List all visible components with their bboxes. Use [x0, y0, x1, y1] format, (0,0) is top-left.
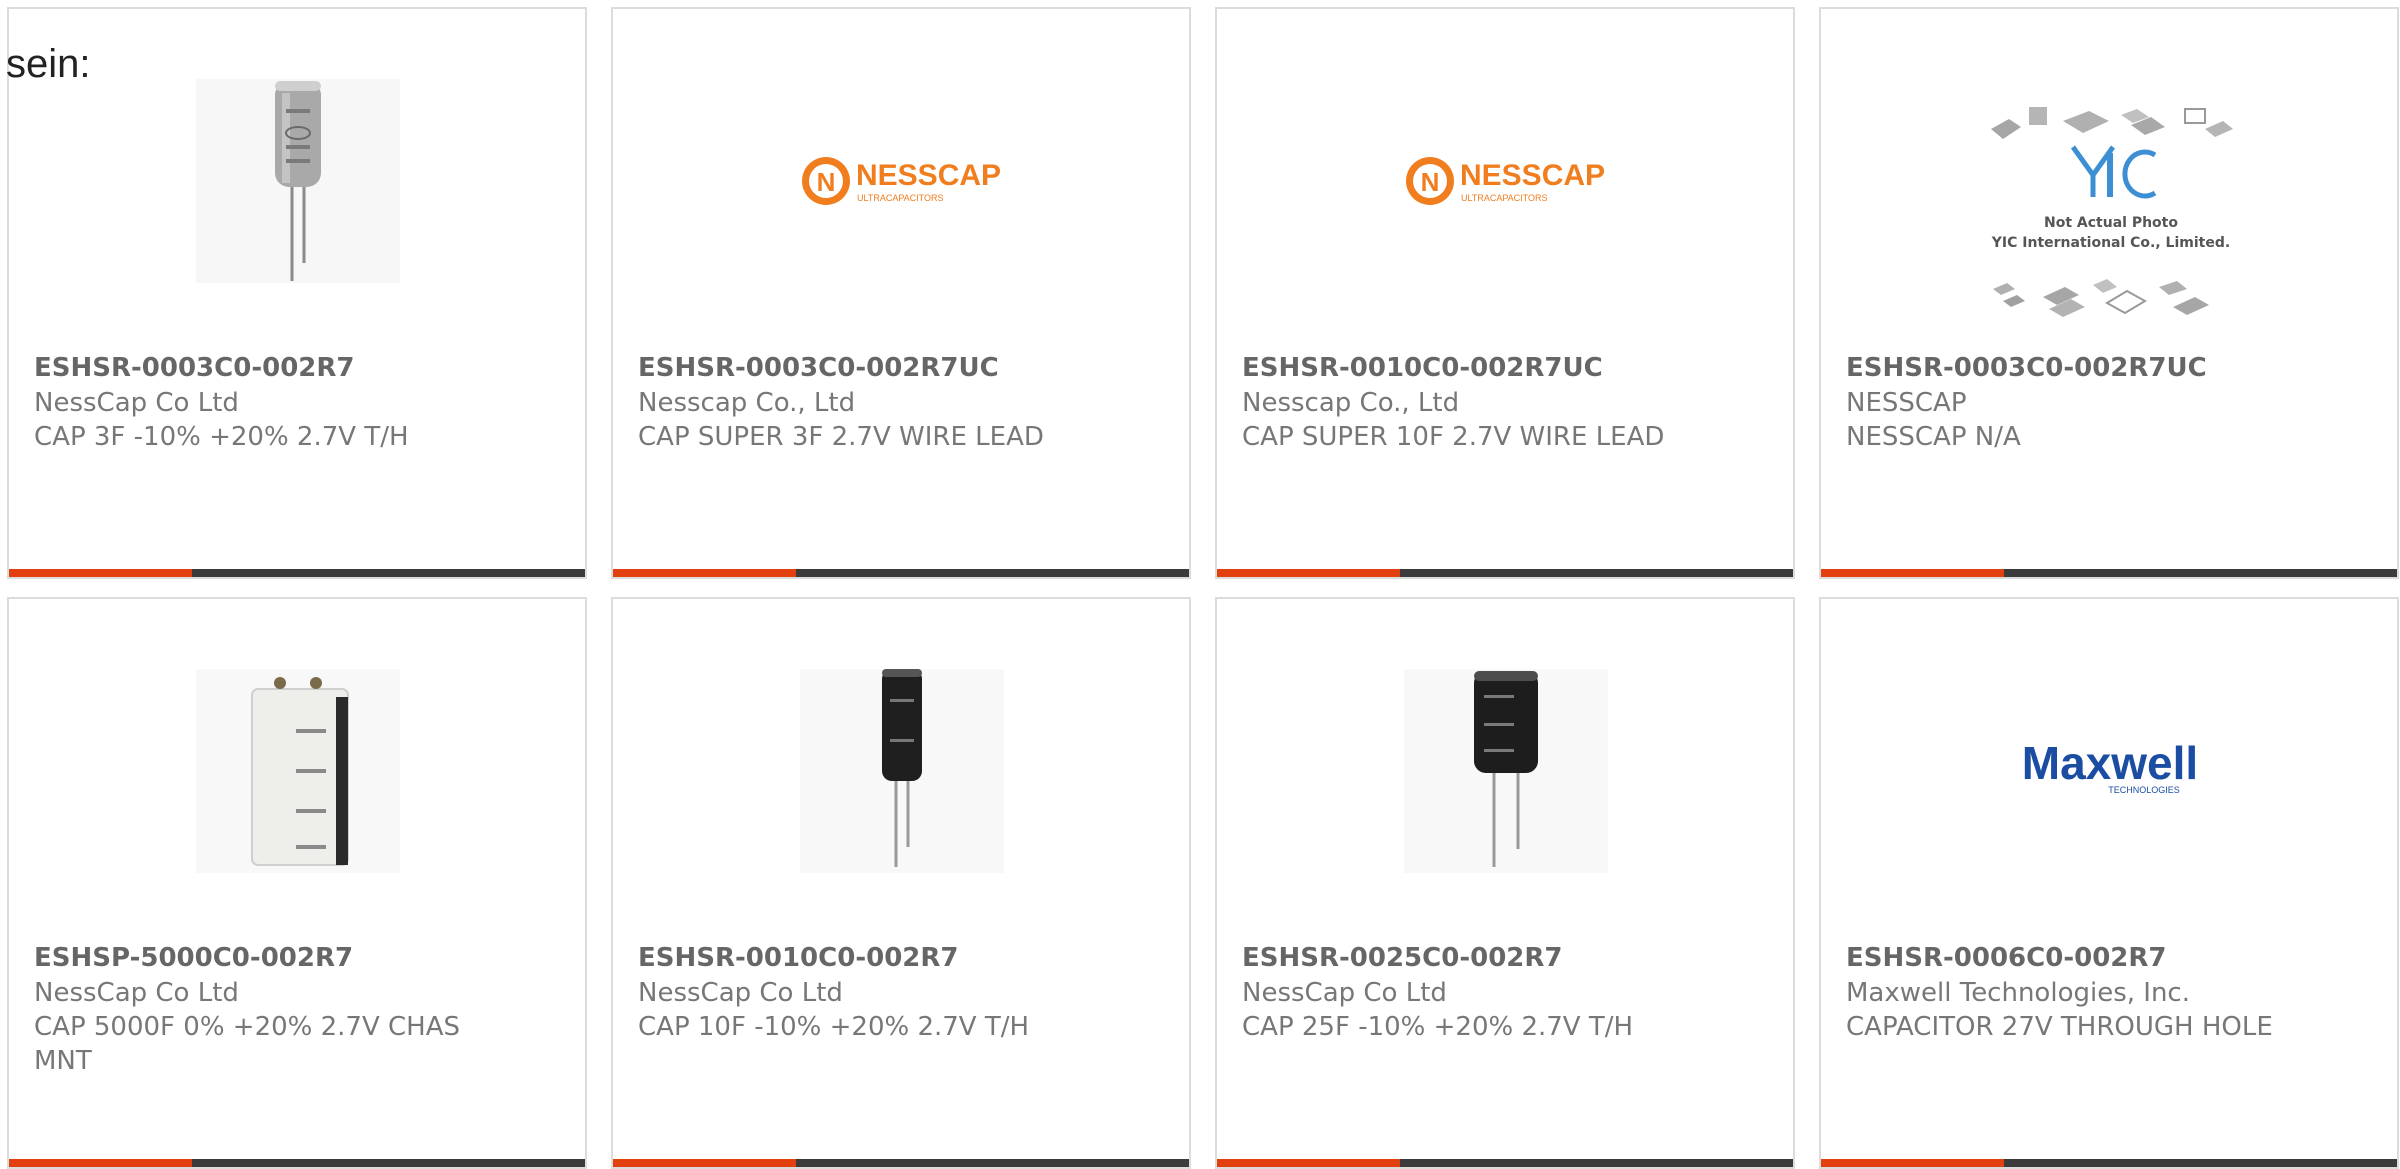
product-description: CAP 5000F 0% +20% 2.7V CHAS MNT: [34, 1012, 461, 1076]
manufacturer-name: Nesscap Co., Ltd: [1242, 388, 1460, 418]
manufacturer-name: Nesscap Co., Ltd: [638, 388, 856, 418]
part-number-link[interactable]: ESHSR-0003C0-002R7: [34, 351, 534, 386]
product-card[interactable]: ESHSP-5000C0-002R7 NessCap Co Ltd CAP 50…: [7, 597, 587, 1169]
manufacturer-name: NessCap Co Ltd: [34, 978, 239, 1008]
product-card[interactable]: Not Actual Photo YIC International Co., …: [1819, 7, 2399, 579]
svg-text:TECHNOLOGIES: TECHNOLOGIES: [2108, 785, 2180, 795]
product-description: CAP SUPER 3F 2.7V WIRE LEAD: [638, 422, 1044, 452]
product-card[interactable]: ESHSR-0025C0-002R7 NessCap Co Ltd CAP 25…: [1215, 597, 1795, 1169]
product-description: CAP SUPER 10F 2.7V WIRE LEAD: [1242, 422, 1665, 452]
card-footer-bar: [1821, 569, 2397, 577]
card-footer-bar: [1217, 569, 1793, 577]
card-footer-bar: [9, 1159, 585, 1167]
svg-text:Not Actual Photo: Not Actual Photo: [2044, 215, 2178, 231]
svg-text:YIC International Co., Limited: YIC International Co., Limited.: [1991, 235, 2230, 251]
intro-text: sein:: [6, 42, 91, 86]
nesscap-logo: N NESSCAP ULTRACAPACITORS: [1404, 79, 1608, 283]
card-accent-bar: [613, 1159, 796, 1167]
svg-text:NESSCAP: NESSCAP: [1460, 159, 1605, 192]
manufacturer-name: Maxwell Technologies, Inc.: [1846, 978, 2190, 1008]
card-footer-bar: [613, 1159, 1189, 1167]
capacitor-black-wide-icon: [1404, 669, 1608, 873]
product-description: CAP 25F -10% +20% 2.7V T/H: [1242, 1012, 1634, 1042]
card-accent-bar: [1821, 569, 2004, 577]
manufacturer-name: NessCap Co Ltd: [638, 978, 843, 1008]
manufacturer-name: NESSCAP: [1846, 388, 1967, 418]
card-footer-bar: [613, 569, 1189, 577]
part-number-link[interactable]: ESHSR-0025C0-002R7: [1242, 941, 1742, 976]
svg-text:N: N: [1421, 167, 1440, 197]
part-number-link[interactable]: ESHSR-0003C0-002R7UC: [1846, 351, 2346, 386]
svg-text:ULTRACAPACITORS: ULTRACAPACITORS: [1461, 193, 1548, 203]
product-card[interactable]: N NESSCAP ULTRACAPACITORS ESHSR-0010C0-0…: [1215, 7, 1795, 579]
manufacturer-name: NessCap Co Ltd: [34, 388, 239, 418]
part-number-link[interactable]: ESHSP-5000C0-002R7: [34, 941, 534, 976]
svg-text:ULTRACAPACITORS: ULTRACAPACITORS: [857, 193, 944, 203]
capacitor-silver-icon: [196, 79, 400, 283]
product-card[interactable]: ESHSR-0010C0-002R7 NessCap Co Ltd CAP 10…: [611, 597, 1191, 1169]
product-description: CAP 10F -10% +20% 2.7V T/H: [638, 1012, 1030, 1042]
capacitor-black-icon: [800, 669, 1004, 873]
svg-text:NESSCAP: NESSCAP: [856, 159, 1001, 192]
nesscap-logo: N NESSCAP ULTRACAPACITORS: [800, 79, 1004, 283]
card-footer-bar: [1217, 1159, 1793, 1167]
card-accent-bar: [1217, 1159, 1400, 1167]
part-number-link[interactable]: ESHSR-0010C0-002R7: [638, 941, 1138, 976]
product-description: NESSCAP N/A: [1846, 422, 2021, 452]
maxwell-logo: Maxwell TECHNOLOGIES: [2008, 669, 2212, 873]
product-card[interactable]: ESHSR-0003C0-002R7 NessCap Co Ltd CAP 3F…: [7, 7, 587, 579]
yic-placeholder-image: Not Actual Photo YIC International Co., …: [1969, 93, 2253, 333]
svg-text:N: N: [817, 167, 836, 197]
product-description: CAP 3F -10% +20% 2.7V T/H: [34, 422, 409, 452]
product-card[interactable]: N NESSCAP ULTRACAPACITORS ESHSR-0003C0-0…: [611, 7, 1191, 579]
card-footer-bar: [1821, 1159, 2397, 1167]
capacitor-block-icon: [196, 669, 400, 873]
product-card[interactable]: Maxwell TECHNOLOGIES ESHSR-0006C0-002R7 …: [1819, 597, 2399, 1169]
product-description: CAPACITOR 27V THROUGH HOLE: [1846, 1012, 2273, 1042]
card-accent-bar: [1821, 1159, 2004, 1167]
card-accent-bar: [9, 1159, 192, 1167]
card-accent-bar: [1217, 569, 1400, 577]
svg-text:Maxwell: Maxwell: [2022, 737, 2198, 789]
part-number-link[interactable]: ESHSR-0003C0-002R7UC: [638, 351, 1138, 386]
card-footer-bar: [9, 569, 585, 577]
part-number-link[interactable]: ESHSR-0006C0-002R7: [1846, 941, 2346, 976]
part-number-link[interactable]: ESHSR-0010C0-002R7UC: [1242, 351, 1742, 386]
manufacturer-name: NessCap Co Ltd: [1242, 978, 1447, 1008]
card-accent-bar: [9, 569, 192, 577]
product-grid: ESHSR-0003C0-002R7 NessCap Co Ltd CAP 3F…: [0, 0, 2400, 1169]
card-accent-bar: [613, 569, 796, 577]
